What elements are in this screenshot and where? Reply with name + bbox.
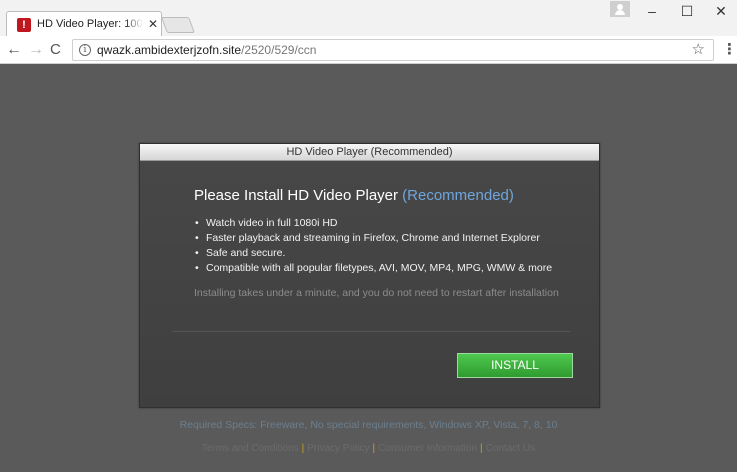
heading-main: Please Install HD Video Player [194,187,403,204]
url-path: /2520/529/ccn [241,43,317,57]
new-tab-button[interactable] [161,17,195,33]
required-specs: Required Specs: Freeware, No special req… [179,419,558,431]
reload-icon[interactable]: C [50,40,61,60]
forward-arrow-icon[interactable]: → [28,40,44,60]
footer-links: Terms and Conditions | Privacy Policy | Cons… [0,443,737,454]
window-close-icon[interactable]: ✕ [706,2,736,20]
link-separator: | [480,443,483,454]
dialog-divider [172,331,570,332]
consumer-info-link[interactable]: Consumer Information [378,443,477,454]
site-info-icon[interactable]: i [79,44,91,56]
feature-item: Watch video in full 1080i HD [194,216,552,231]
profile-avatar-icon[interactable] [610,1,630,17]
tab-title: HD Video Player: 100% F [37,18,143,30]
feature-item: Compatible with all popular filetypes, A… [194,261,552,276]
tab-close-icon[interactable]: ✕ [148,17,158,31]
link-separator: | [372,443,376,454]
feature-item: Safe and secure. [194,246,552,261]
feature-list: Watch video in full 1080i HD Faster play… [194,216,552,276]
window-minimize-icon[interactable]: – [637,2,667,20]
window-maximize-icon[interactable]: ☐ [672,2,702,20]
heading-recommended: (Recommended) [402,187,514,204]
warning-favicon-icon: ! [17,18,31,32]
browser-tab[interactable]: ! HD Video Player: 100% F ✕ [6,11,162,37]
browser-toolbar: ← → C i qwazk.ambidexterjzofn.site/2520/… [0,36,737,64]
feature-item: Faster playback and streaming in Firefox… [194,231,552,246]
address-bar[interactable]: i qwazk.ambidexterjzofn.site/2520/529/cc… [72,39,714,61]
install-dialog: HD Video Player (Recommended) Please Ins… [139,143,600,408]
link-separator: | [301,443,305,454]
privacy-link[interactable]: Privacy Policy [307,443,369,454]
browser-menu-icon[interactable]: ⋮ [722,40,737,60]
url-text[interactable]: qwazk.ambidexterjzofn.site/2520/529/ccn [97,43,316,57]
dialog-header: HD Video Player (Recommended) [140,144,599,161]
url-domain: qwazk.ambidexterjzofn.site [97,43,242,57]
terms-link[interactable]: Terms and Conditions [202,443,299,454]
install-button[interactable]: INSTALL [457,353,573,378]
contact-link[interactable]: Contact Us [486,443,535,454]
back-arrow-icon[interactable]: ← [6,40,22,60]
install-note: Installing takes under a minute, and you… [194,287,559,299]
dialog-heading: Please Install HD Video Player (Recommen… [194,187,514,204]
bookmark-star-icon[interactable]: ☆ [692,41,705,59]
browser-title-bar: ! HD Video Player: 100% F ✕ – ☐ ✕ [0,0,737,37]
